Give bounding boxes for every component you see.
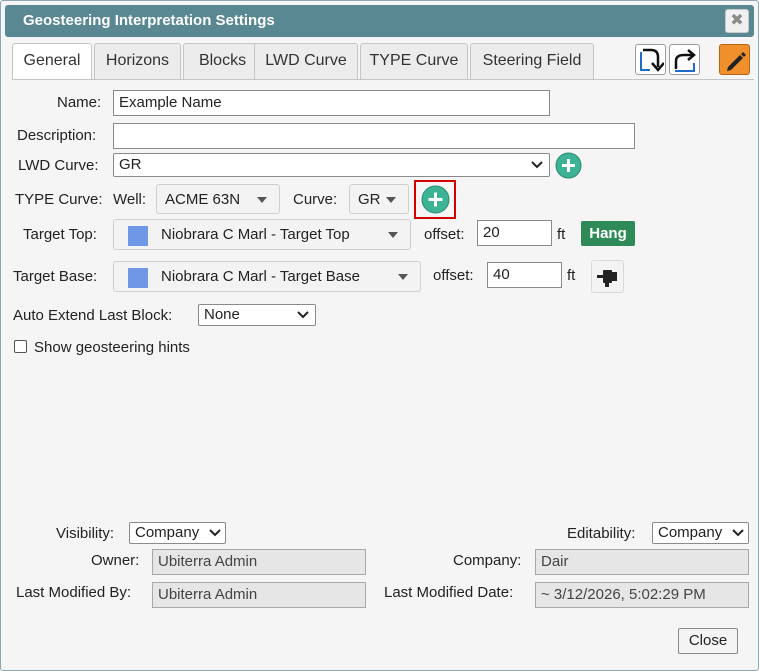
target-base-select[interactable]: Niobrara C Marl - Target Base — [113, 261, 421, 292]
curve-label: Curve: — [293, 191, 338, 208]
add-type-curve-icon[interactable] — [421, 185, 450, 214]
caret-down-icon — [386, 197, 396, 203]
pin-icon — [597, 270, 617, 287]
target-top-value: Niobrara C Marl - Target Top — [161, 226, 350, 243]
color-swatch — [128, 268, 148, 288]
owner-label: Owner: — [91, 552, 140, 569]
tab-general[interactable]: General — [12, 43, 92, 80]
visibility-label: Visibility: — [56, 525, 115, 542]
target-base-value: Niobrara C Marl - Target Base — [161, 268, 360, 285]
tab-type-curve[interactable]: TYPE Curve — [360, 43, 468, 79]
lwd-curve-value: GR — [119, 156, 142, 173]
auto-extend-select[interactable]: None — [198, 304, 316, 326]
editability-label: Editability: — [567, 525, 636, 542]
auto-extend-label: Auto Extend Last Block: — [13, 307, 173, 324]
add-lwd-curve-icon[interactable] — [555, 152, 582, 179]
lwd-curve-select[interactable]: GR — [113, 153, 550, 177]
type-curve-label: TYPE Curve: — [15, 191, 103, 208]
target-top-offset-field[interactable]: 20 — [477, 220, 552, 246]
auto-extend-value: None — [204, 306, 240, 323]
last-modified-by-label: Last Modified By: — [16, 584, 132, 601]
last-modified-date-label: Last Modified Date: — [384, 584, 514, 601]
pin-button[interactable] — [591, 260, 624, 293]
chevron-down-icon — [297, 311, 309, 319]
import-button[interactable] — [635, 44, 666, 75]
target-base-offset-label: offset: — [433, 267, 474, 284]
target-base-unit: ft — [567, 267, 576, 284]
chevron-down-icon — [531, 161, 543, 169]
target-base-label: Target Base: — [13, 268, 98, 285]
well-select[interactable]: ACME 63N — [156, 184, 280, 214]
company-field: Dair — [535, 549, 749, 575]
target-top-select[interactable]: Niobrara C Marl - Target Top — [113, 219, 411, 250]
settings-dialog: Geosteering Interpretation Settings ✖ Ge… — [0, 0, 759, 671]
description-field[interactable] — [113, 123, 635, 149]
editability-select[interactable]: Company — [652, 522, 749, 544]
chevron-down-icon — [209, 529, 221, 537]
import-icon — [640, 48, 664, 72]
caret-down-icon — [257, 197, 267, 203]
color-swatch — [128, 226, 148, 246]
hints-checkbox[interactable] — [14, 340, 27, 353]
target-top-unit: ft — [557, 226, 566, 243]
target-base-offset-field[interactable]: 40 — [487, 262, 562, 288]
tab-lwd-curve[interactable]: LWD Curve — [254, 43, 358, 79]
caret-down-icon — [398, 274, 408, 280]
type-curve-select[interactable]: GR — [349, 184, 409, 214]
visibility-select[interactable]: Company — [129, 522, 226, 544]
hang-button[interactable]: Hang — [581, 221, 635, 246]
last-modified-date-field: ~ 3/12/2026, 5:02:29 PM — [535, 582, 749, 608]
last-modified-by-field: Ubiterra Admin — [152, 582, 366, 608]
tab-blocks[interactable]: Blocks — [183, 43, 262, 79]
visibility-value: Company — [135, 524, 200, 541]
tab-divider — [12, 79, 754, 80]
pencil-icon — [727, 52, 746, 71]
lwd-curve-label: LWD Curve: — [18, 157, 99, 174]
type-curve-value: GR — [358, 191, 381, 208]
close-button[interactable]: Close — [678, 628, 738, 654]
well-label: Well: — [113, 191, 147, 208]
name-field[interactable]: Example Name — [113, 90, 550, 116]
name-label: Name: — [57, 94, 102, 111]
owner-field: Ubiterra Admin — [152, 549, 366, 575]
description-label: Description: — [17, 127, 97, 144]
close-icon[interactable]: ✖ — [725, 9, 749, 33]
tab-steering-field[interactable]: Steering Field — [470, 43, 594, 79]
edit-button[interactable] — [719, 44, 750, 75]
title-bar[interactable]: Geosteering Interpretation Settings ✖ — [5, 5, 754, 37]
dialog-title: Geosteering Interpretation Settings — [23, 12, 275, 29]
tab-horizons[interactable]: Horizons — [94, 43, 181, 79]
caret-down-icon — [388, 232, 398, 238]
company-label: Company: — [453, 552, 522, 569]
share-button[interactable] — [669, 44, 700, 75]
chevron-down-icon — [732, 529, 744, 537]
target-top-offset-label: offset: — [424, 226, 465, 243]
well-value: ACME 63N — [165, 191, 241, 208]
editability-value: Company — [658, 524, 723, 541]
hints-label: Show geosteering hints — [34, 339, 190, 356]
target-top-label: Target Top: — [23, 226, 97, 243]
share-icon — [674, 49, 696, 72]
